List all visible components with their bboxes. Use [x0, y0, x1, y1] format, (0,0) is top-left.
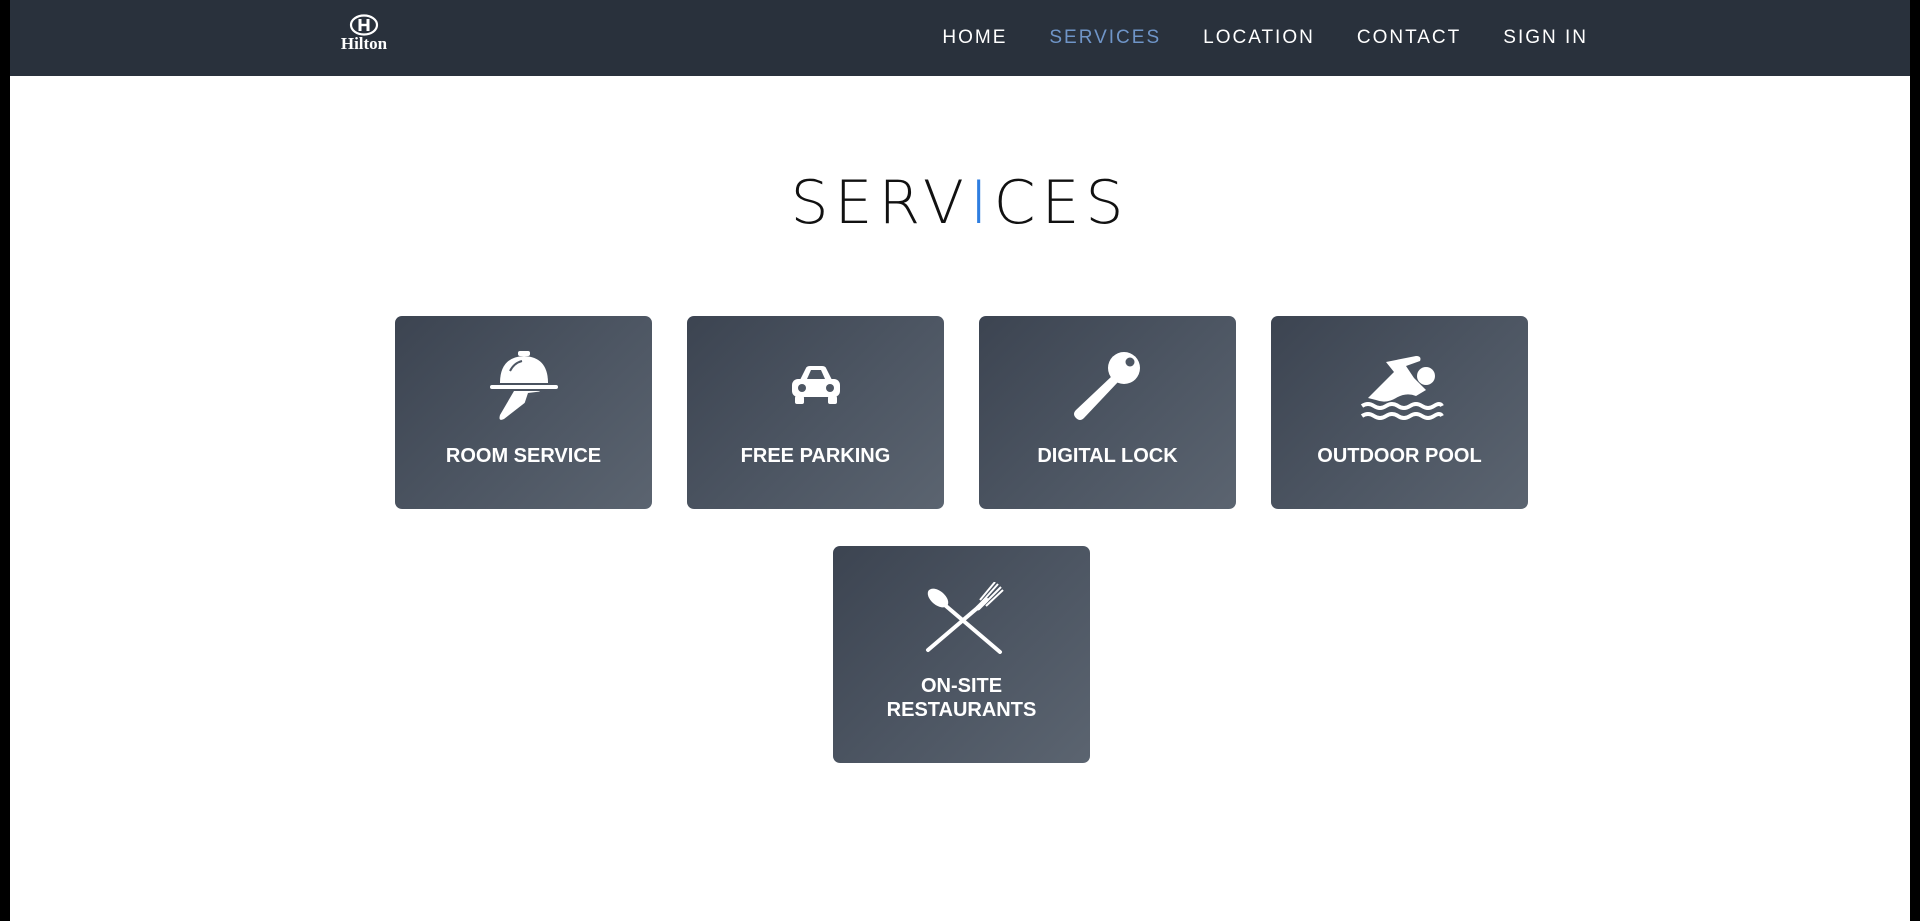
nav-contact[interactable]: CONTACT	[1357, 27, 1461, 49]
service-label: DIGITAL LOCK	[1037, 445, 1178, 467]
page-title: SERVICES	[10, 163, 1910, 243]
nav-services[interactable]: SERVICES	[1049, 27, 1161, 49]
page-title-accent: I	[969, 168, 994, 238]
main-nav: HOME SERVICES LOCATION CONTACT SIGN IN	[900, 0, 1588, 76]
nav-sign-in[interactable]: SIGN IN	[1503, 27, 1588, 49]
page: Hilton HOME SERVICES LOCATION CONTACT SI…	[10, 0, 1910, 921]
swimmer-icon	[1271, 346, 1528, 426]
brand-logo[interactable]: Hilton	[334, 14, 394, 60]
hilton-crest-icon	[349, 14, 379, 36]
service-card-free-parking[interactable]: FREE PARKING	[687, 316, 944, 509]
service-label: ON-SITE RESTAURANTS	[833, 674, 1090, 722]
service-label-line: RESTAURANTS	[886, 699, 1037, 721]
page-title-part: SERV	[790, 168, 970, 238]
car-icon	[687, 346, 944, 426]
page-title-part: CES	[993, 168, 1130, 238]
service-card-on-site-restaurants[interactable]: ON-SITE RESTAURANTS	[833, 546, 1090, 763]
service-label-line: ON-SITE	[920, 675, 1003, 697]
key-icon	[979, 346, 1236, 426]
brand-name: Hilton	[340, 34, 388, 53]
spoon-fork-icon	[833, 578, 1090, 658]
nav-location[interactable]: LOCATION	[1203, 27, 1315, 49]
service-card-digital-lock[interactable]: DIGITAL LOCK	[979, 316, 1236, 509]
service-card-room-service[interactable]: ROOM SERVICE	[395, 316, 652, 509]
service-label: FREE PARKING	[740, 445, 891, 467]
navbar: Hilton HOME SERVICES LOCATION CONTACT SI…	[10, 0, 1910, 76]
service-label: OUTDOOR POOL	[1317, 445, 1482, 467]
service-label: ROOM SERVICE	[445, 445, 602, 467]
service-card-outdoor-pool[interactable]: OUTDOOR POOL	[1271, 316, 1528, 509]
room-service-icon	[395, 346, 652, 426]
nav-home[interactable]: HOME	[942, 27, 1007, 49]
